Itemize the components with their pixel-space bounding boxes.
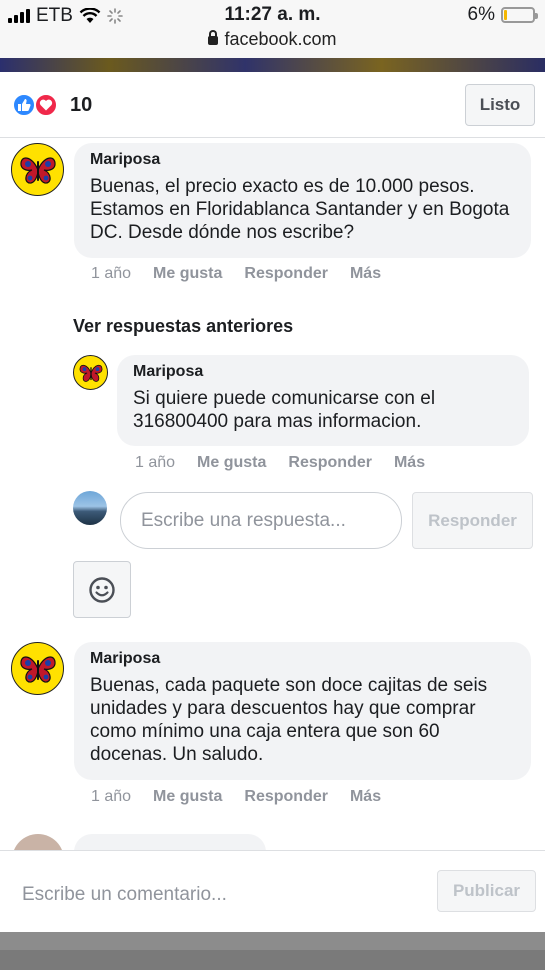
publish-button[interactable]: Publicar xyxy=(437,870,536,912)
more-link[interactable]: Más xyxy=(350,265,381,283)
reply-text: Si quiere puede comunicarse con el 31680… xyxy=(133,388,436,432)
view-previous-replies-link[interactable]: Ver respuestas anteriores xyxy=(73,316,293,337)
reply-bubble[interactable]: Mariposa Si quiere puede comunicarse con… xyxy=(117,355,529,446)
butterfly-icon xyxy=(19,656,56,683)
clock: 11:27 a. m. xyxy=(224,4,321,25)
comment-composer: Escribe un comentario... Publicar xyxy=(0,850,545,932)
reply-author[interactable]: Mariposa xyxy=(133,363,513,381)
reply-link[interactable]: Responder xyxy=(288,454,372,472)
emoji-button[interactable] xyxy=(73,561,131,618)
butterfly-icon xyxy=(19,157,56,184)
background-overlay xyxy=(0,932,545,970)
avatar[interactable] xyxy=(11,143,64,196)
reply-actions: 1 año Me gusta Responder Más xyxy=(135,454,425,472)
comment-bubble[interactable] xyxy=(74,834,266,850)
reply-link[interactable]: Responder xyxy=(244,265,328,283)
done-button[interactable]: Listo xyxy=(465,84,535,126)
more-link[interactable]: Más xyxy=(394,454,425,472)
status-bar: ETB 11:27 a. m. 6% facebook.com xyxy=(0,0,545,60)
comment-text: Buenas, cada paquete son doce cajitas de… xyxy=(90,675,488,765)
reply-submit-button[interactable]: Responder xyxy=(412,492,533,549)
reactions-header: 10 Listo xyxy=(0,72,545,138)
address-bar[interactable]: facebook.com xyxy=(0,29,545,50)
smiley-icon xyxy=(89,576,115,603)
like-link[interactable]: Me gusta xyxy=(197,454,266,472)
comment-bubble[interactable]: Mariposa Buenas, cada paquete son doce c… xyxy=(74,642,531,780)
next-comment-partial xyxy=(0,826,545,850)
lock-icon xyxy=(208,30,219,45)
reaction-count[interactable]: 10 xyxy=(70,94,92,117)
reply-input[interactable]: Escribe una respuesta... xyxy=(120,492,402,549)
comment-text: Buenas, el precio exacto es de 10.000 pe… xyxy=(90,176,510,243)
battery-percent: 6% xyxy=(467,4,495,25)
like-link[interactable]: Me gusta xyxy=(153,265,222,283)
comment-actions: 1 año Me gusta Responder Más xyxy=(91,788,381,806)
url-text: facebook.com xyxy=(224,29,337,49)
comment-author[interactable]: Mariposa xyxy=(90,151,515,169)
love-icon[interactable] xyxy=(34,93,58,117)
current-user-avatar xyxy=(73,491,107,525)
comment-input[interactable]: Escribe un comentario... xyxy=(22,884,227,906)
like-icon[interactable] xyxy=(12,93,36,117)
avatar[interactable] xyxy=(12,834,64,850)
reply-time[interactable]: 1 año xyxy=(135,454,175,472)
like-link[interactable]: Me gusta xyxy=(153,788,222,806)
comment-actions: 1 año Me gusta Responder Más xyxy=(91,265,381,283)
reply-avatar[interactable] xyxy=(73,355,108,390)
comment-time[interactable]: 1 año xyxy=(91,265,131,283)
comment-time[interactable]: 1 año xyxy=(91,788,131,806)
battery-icon xyxy=(501,7,538,23)
more-link[interactable]: Más xyxy=(350,788,381,806)
butterfly-icon xyxy=(79,364,102,382)
avatar[interactable] xyxy=(11,642,64,695)
comment-author[interactable]: Mariposa xyxy=(90,650,515,668)
comment-bubble[interactable]: Mariposa Buenas, el precio exacto es de … xyxy=(74,143,531,258)
reply-link[interactable]: Responder xyxy=(244,788,328,806)
